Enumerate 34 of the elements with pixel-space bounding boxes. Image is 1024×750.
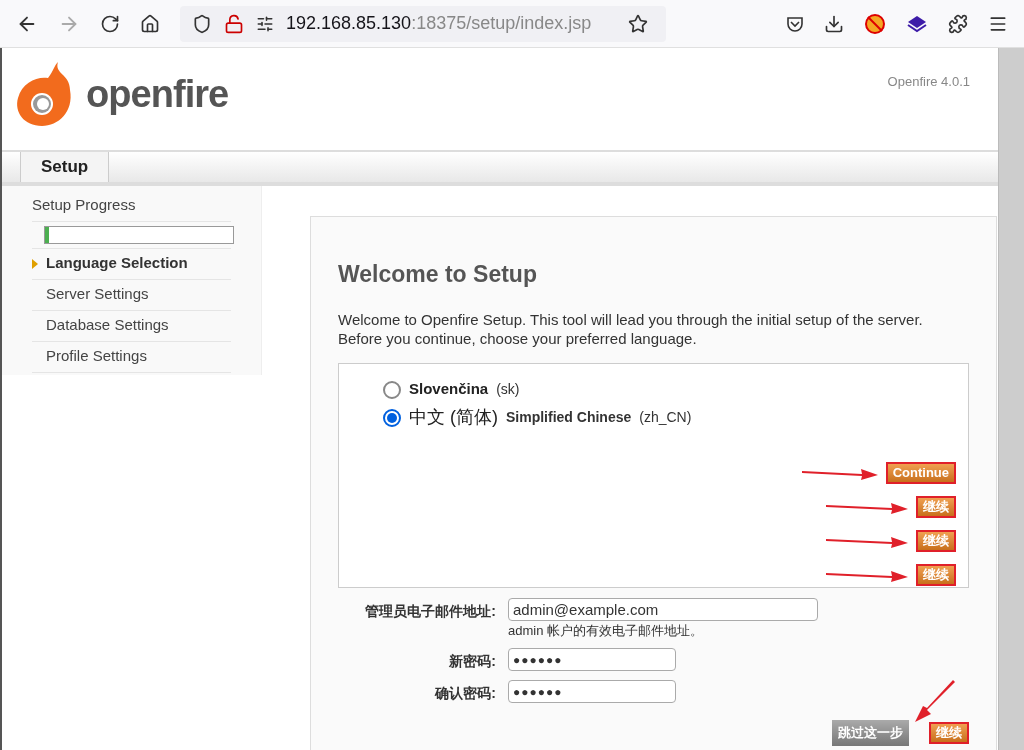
reload-icon[interactable] [100,13,120,34]
email-field[interactable]: admin@example.com [508,597,818,621]
insecure-lock-icon[interactable] [224,13,244,34]
sidebar-item[interactable]: Profile Settings [46,345,147,368]
bookmark-star-icon[interactable] [628,13,648,34]
page-title: Welcome to Setup [338,260,538,289]
setup-tab[interactable]: Setup [20,152,110,182]
pocket-icon[interactable] [786,14,804,33]
field-label: 确认密码: [433,684,497,703]
sidebar-item[interactable]: Database Settings [46,314,169,337]
shield-icon[interactable] [192,13,212,34]
sidebar-title: Setup Progress [32,194,231,222]
radio-button[interactable] [383,408,401,427]
field-label: 管理员电子邮件地址: [364,601,497,621]
sidebar-item[interactable]: Server Settings [46,283,149,306]
password-field[interactable]: ●●●●●● [508,680,676,703]
url-text[interactable]: 192.168.85.130:18375/setup/index.jsp [286,10,616,37]
language-label[interactable]: Slovenčina (sk) [409,378,520,401]
password-field[interactable]: ●●●●●● [508,648,676,671]
extensions-icon[interactable] [948,13,968,34]
annotation-arrow [913,679,957,724]
sidebar-item[interactable]: Language Selection [46,252,188,275]
home-icon[interactable] [140,13,160,34]
radio-button[interactable] [383,380,401,399]
address-bar[interactable]: 192.168.85.130:18375/setup/index.jsp [180,5,666,42]
logo-text: openfire [86,71,229,117]
permissions-icon[interactable] [256,14,274,33]
field-label: 新密码: [448,652,497,671]
language-label[interactable]: 中文 (简体) Simplified Chinese (zh_CN) [409,404,692,431]
blocked-extension-icon[interactable] [864,12,886,35]
field-hint: admin 帐户的有效电子邮件地址。 [508,621,705,640]
intro-text: Welcome to Openfire Setup. This tool will lead you through the initial setup of the server. Before you continue, choose your preferred language. [338,309,924,348]
version-text: Openfire 4.0.1 [887,73,970,91]
download-icon[interactable] [824,13,844,34]
